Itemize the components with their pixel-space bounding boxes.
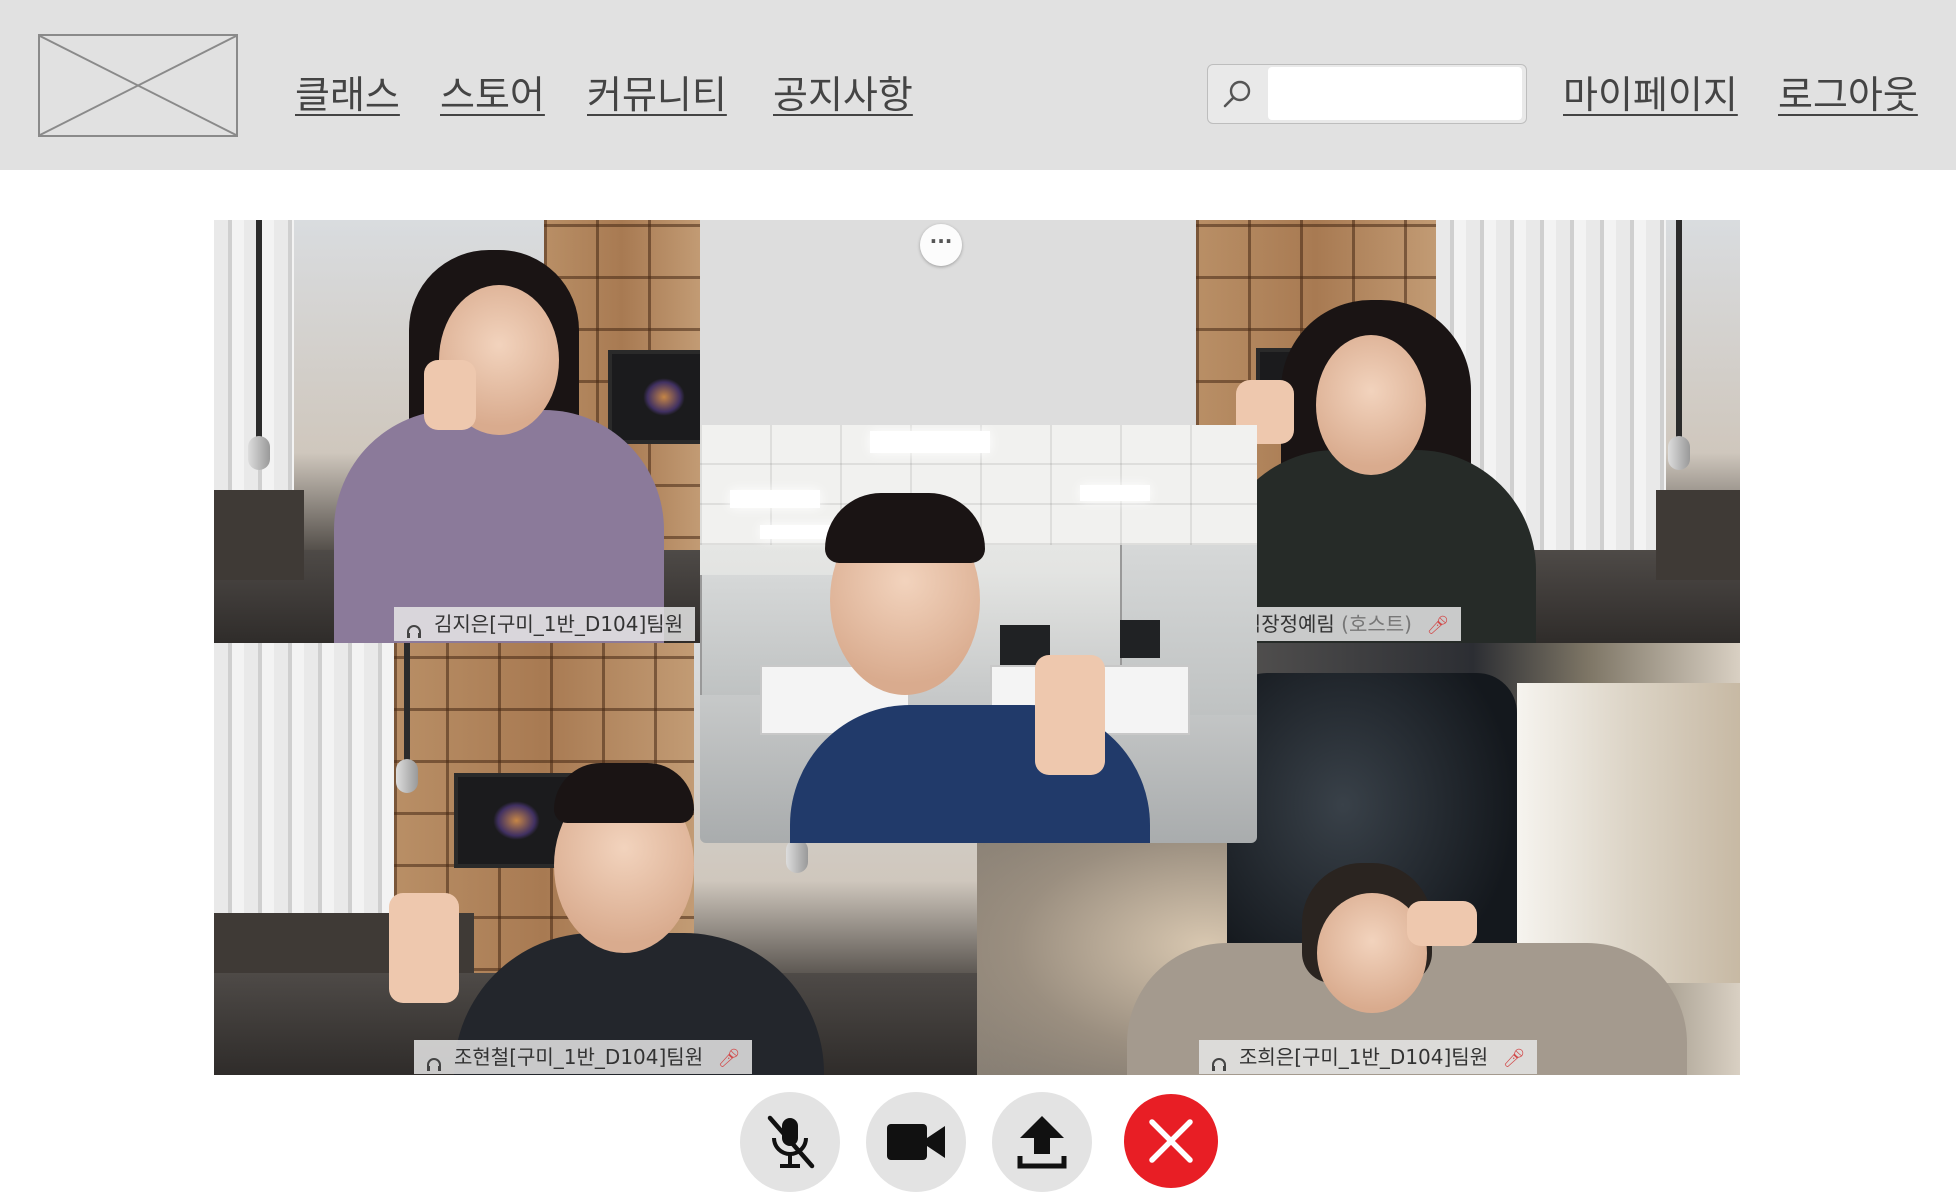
mic-muted-icon: 🎤︎ — [717, 1048, 741, 1069]
participant-1-name-label: 김지은[구미_1반_D104]팀원 — [394, 607, 696, 643]
leave-call-button[interactable] — [1124, 1094, 1218, 1188]
participant-4-name-label: 조희은[구미_1반_D104]팀원 🎤︎ — [1199, 1040, 1538, 1075]
video-conference-grid: 김지은[구미_1반_D104]팀원 구미팀장정예림 (호스트) 🎤︎ 조현철[구… — [214, 220, 1740, 1075]
search-icon[interactable] — [1208, 65, 1268, 122]
video-camera-icon — [887, 1124, 945, 1160]
headset-icon — [1211, 1049, 1227, 1075]
logo-placeholder[interactable] — [38, 34, 238, 137]
logout-link[interactable]: 로그아웃 — [1778, 64, 1918, 119]
mic-muted-icon: 🎤︎ — [1426, 615, 1450, 636]
search-box — [1207, 64, 1527, 124]
upload-icon — [1017, 1116, 1067, 1169]
nav-class-link[interactable]: 클래스 — [295, 64, 400, 119]
headset-icon — [426, 1049, 442, 1075]
participant-3-name: 조현철[구미_1반_D104]팀원 — [454, 1045, 704, 1069]
more-options-button[interactable]: ··· — [920, 224, 962, 266]
mic-muted-icon: 🎤︎ — [1502, 1048, 1526, 1069]
mic-toggle-button[interactable] — [740, 1092, 840, 1192]
participant-1-name: 김지은[구미_1반_D104]팀원 — [434, 612, 684, 636]
mic-off-icon — [767, 1115, 815, 1169]
participant-4-name: 조희은[구미_1반_D104]팀원 — [1239, 1045, 1489, 1069]
nav-notice-link[interactable]: 공지사항 — [773, 64, 913, 119]
search-input[interactable] — [1268, 67, 1522, 120]
participant-3-name-label: 조현철[구미_1반_D104]팀원 🎤︎ — [414, 1040, 753, 1075]
video-tile-participant-2[interactable]: 구미팀장정예림 (호스트) 🎤︎ — [1196, 220, 1740, 643]
top-navigation-bar: 클래스 스토어 커뮤니티 공지사항 마이페이지 로그아웃 — [0, 0, 1956, 170]
nav-store-link[interactable]: 스토어 — [440, 64, 545, 119]
close-icon — [1149, 1119, 1193, 1163]
headset-icon — [406, 616, 422, 643]
camera-toggle-button[interactable] — [866, 1092, 966, 1192]
video-tile-main-speaker[interactable] — [700, 425, 1257, 843]
mypage-link[interactable]: 마이페이지 — [1563, 64, 1738, 119]
host-badge: (호스트) — [1341, 612, 1412, 636]
nav-community-link[interactable]: 커뮤니티 — [587, 64, 727, 119]
screen-share-button[interactable] — [992, 1092, 1092, 1192]
video-tile-participant-1[interactable]: 김지은[구미_1반_D104]팀원 — [214, 220, 700, 643]
